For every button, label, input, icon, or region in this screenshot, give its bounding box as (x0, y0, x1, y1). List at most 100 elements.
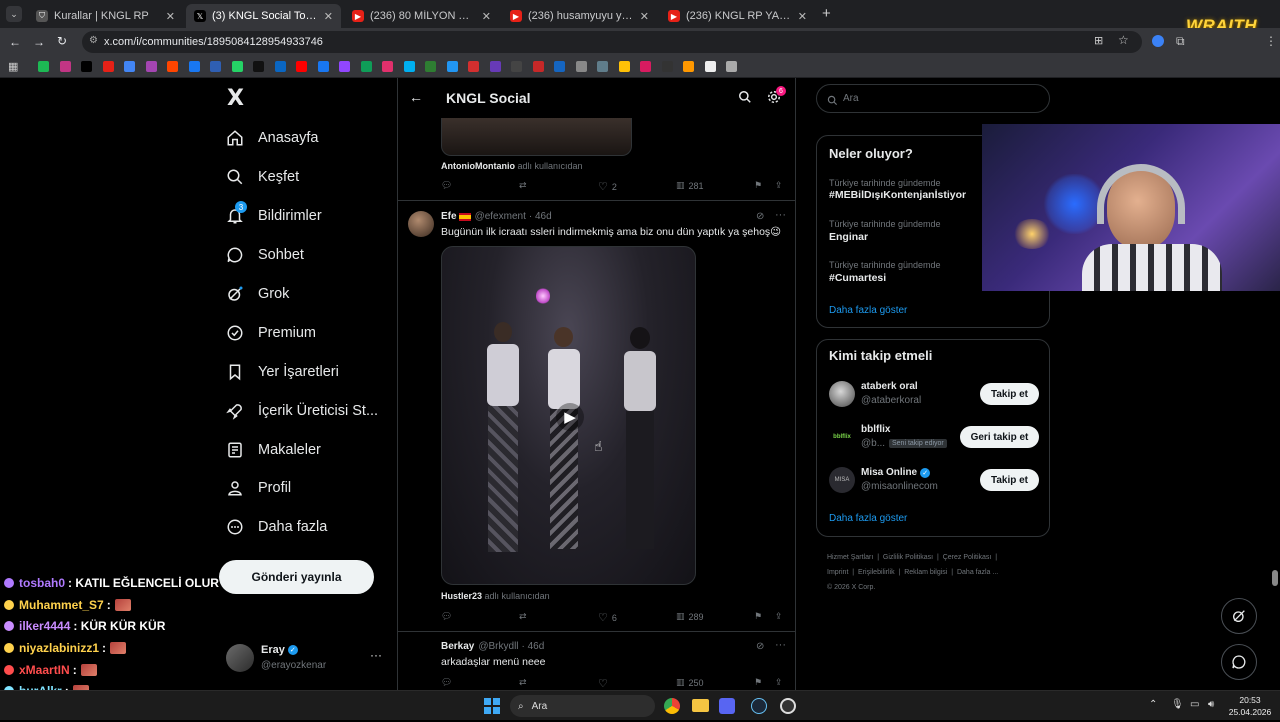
browser-tab[interactable]: ▶ (236) 80 MİLYON TL'LİK YAYINC ✕ (344, 4, 499, 28)
grok-icon[interactable]: ⊘ (756, 641, 764, 652)
bookmark-favicon-icon[interactable] (81, 61, 92, 72)
views-button[interactable]: ▥ 250 (676, 677, 704, 688)
install-app-icon[interactable]: ⊞ (1094, 34, 1103, 47)
author-handle[interactable]: @Brkydll (478, 641, 518, 652)
bookmark-favicon-icon[interactable] (231, 61, 243, 72)
more-icon[interactable]: ··· (775, 209, 786, 221)
messages-float-button[interactable] (1221, 644, 1257, 680)
network-icon[interactable]: ▭ (1190, 699, 1199, 710)
views-button[interactable]: ▥ 281 (676, 180, 704, 191)
bookmark-favicon-icon[interactable] (511, 61, 522, 72)
bookmark-favicon-icon[interactable] (704, 61, 716, 72)
bookmark-favicon-icon[interactable] (145, 61, 157, 72)
footer-link[interactable]: Hizmet Şartları (827, 554, 873, 561)
bookmark-favicon-icon[interactable] (59, 61, 71, 72)
follow-suggestion[interactable]: ataberk oral @ataberkoral Takip et (817, 378, 1049, 412)
bookmark-favicon-icon[interactable] (618, 61, 630, 72)
app-icon[interactable] (780, 698, 796, 714)
views-button[interactable]: ▥ 289 (676, 611, 704, 622)
browser-tab[interactable]: ⛉ Kurallar | KNGL RP ✕ (28, 4, 183, 28)
author-handle[interactable]: @efexment (475, 211, 526, 222)
author-name[interactable]: Berkay (441, 641, 474, 652)
folder-icon[interactable] (692, 699, 709, 712)
footer-link[interactable]: Reklam bilgisi (904, 569, 947, 576)
nav-item-grok[interactable]: Grok (226, 279, 289, 309)
reload-icon[interactable]: ↻ (57, 34, 67, 48)
reply-icon[interactable]: 💬︎ (441, 180, 452, 191)
bookmark-favicon-icon[interactable] (683, 61, 694, 72)
bookmark-favicon-icon[interactable] (38, 61, 49, 72)
grok-float-button[interactable] (1221, 598, 1257, 634)
clock[interactable]: 20:53 25.04.2026 (1227, 694, 1273, 718)
reply-icon[interactable]: 💬︎ (441, 611, 452, 622)
grok-icon[interactable]: ⊘ (756, 211, 764, 222)
trends-show-more[interactable]: Daha fazla göster (829, 305, 907, 316)
extensions-puzzle-icon[interactable]: ⧉ (1176, 34, 1185, 49)
bookmark-favicon-icon[interactable] (575, 61, 587, 72)
bookmark-favicon-icon[interactable] (102, 61, 114, 72)
bookmark-icon[interactable]: ⚑ (754, 677, 762, 688)
credit-user[interactable]: Hustler23 (441, 591, 482, 601)
steam-icon[interactable] (751, 698, 767, 714)
tweet-time[interactable]: · 46d (529, 211, 552, 222)
follow-suggestion[interactable]: bblflix bblflix @b... Seni takip ediyor … (817, 421, 1049, 455)
who-to-follow-show-more[interactable]: Daha fazla göster (829, 513, 907, 524)
bookmark-favicon-icon[interactable] (446, 61, 458, 72)
search-input[interactable]: Ara (816, 84, 1050, 113)
bookmark-favicon-icon[interactable] (403, 61, 415, 72)
close-icon[interactable]: ✕ (482, 10, 491, 23)
bookmark-favicon-icon[interactable] (317, 61, 329, 72)
footer-link[interactable]: Gizlilik Politikası (883, 554, 933, 561)
new-tab-button[interactable]: + (822, 5, 831, 22)
bookmark-favicon-icon[interactable] (210, 61, 221, 72)
nav-item-premium[interactable]: Premium (226, 318, 316, 348)
play-icon[interactable]: ▶ (556, 403, 584, 431)
follow-button[interactable]: Takip et (980, 469, 1039, 491)
nav-item-creator-studio[interactable]: İçerik Üreticisi St... (226, 396, 378, 426)
reply-icon[interactable]: 💬︎ (441, 677, 452, 688)
bookmark-favicon-icon[interactable] (274, 61, 286, 72)
close-icon[interactable]: ✕ (166, 10, 175, 23)
bookmark-favicon-icon[interactable] (124, 61, 135, 72)
nav-item-more[interactable]: Daha fazla (226, 512, 327, 542)
chevron-up-icon[interactable]: ⌃ (1149, 699, 1157, 710)
avatar[interactable] (408, 211, 434, 237)
tweet-time[interactable]: · 46d (522, 641, 545, 652)
apps-grid-icon[interactable]: ▦ (8, 60, 18, 73)
menu-icon[interactable]: ⋮ (1265, 34, 1277, 48)
bookmark-favicon-icon[interactable] (468, 61, 479, 72)
follow-button[interactable]: Takip et (980, 383, 1039, 405)
chrome-icon[interactable] (664, 698, 680, 714)
star-icon[interactable]: ☆ (1118, 33, 1129, 47)
bookmark-favicon-icon[interactable] (360, 61, 372, 72)
close-icon[interactable]: ✕ (640, 10, 649, 23)
bookmark-favicon-icon[interactable] (167, 61, 178, 72)
repost-icon[interactable]: ⇄ (519, 611, 527, 622)
follow-suggestion[interactable]: MISA Misa Online ✓ @misaonlinecom Takip … (817, 464, 1049, 498)
close-icon[interactable]: ✕ (324, 10, 333, 23)
windows-start-icon[interactable] (484, 698, 500, 714)
share-icon[interactable]: ⇪ (775, 180, 783, 191)
tweet-media-partial[interactable] (441, 118, 632, 156)
bookmark-icon[interactable]: ⚑ (754, 611, 762, 622)
account-switcher[interactable]: Eray ✓ @erayozkenar ··· (226, 642, 386, 676)
bookmark-favicon-icon[interactable] (296, 61, 307, 72)
x-logo[interactable]: X (227, 86, 244, 111)
footer-link[interactable]: Çerez Politikası (943, 554, 992, 561)
footer-link[interactable]: Erişilebilirlik (858, 569, 895, 576)
url-field[interactable]: ⚙ x.com/i/communities/189508412895493374… (82, 31, 1142, 53)
bookmark-favicon-icon[interactable] (554, 61, 565, 72)
taskbar-search[interactable]: ⌕ Ara (510, 695, 655, 717)
bookmark-icon[interactable]: ⚑ (754, 180, 762, 191)
nav-item-articles[interactable]: Makaleler (226, 435, 321, 465)
extension-icon[interactable] (1152, 35, 1164, 47)
footer-link[interactable]: Daha fazla ... (957, 569, 998, 576)
tab-search-button[interactable]: ⌄ (6, 6, 22, 22)
bookmark-favicon-icon[interactable] (188, 61, 200, 72)
like-button[interactable]: ♡ 2 (598, 180, 617, 193)
nav-item-profile[interactable]: Profil (226, 473, 291, 503)
credit-user[interactable]: AntonioMontanio (441, 161, 515, 171)
post-button[interactable]: Gönderi yayınla (219, 560, 374, 594)
site-info-icon[interactable]: ⚙ (89, 35, 98, 46)
volume-icon[interactable]: 🔊︎ (1208, 699, 1214, 710)
